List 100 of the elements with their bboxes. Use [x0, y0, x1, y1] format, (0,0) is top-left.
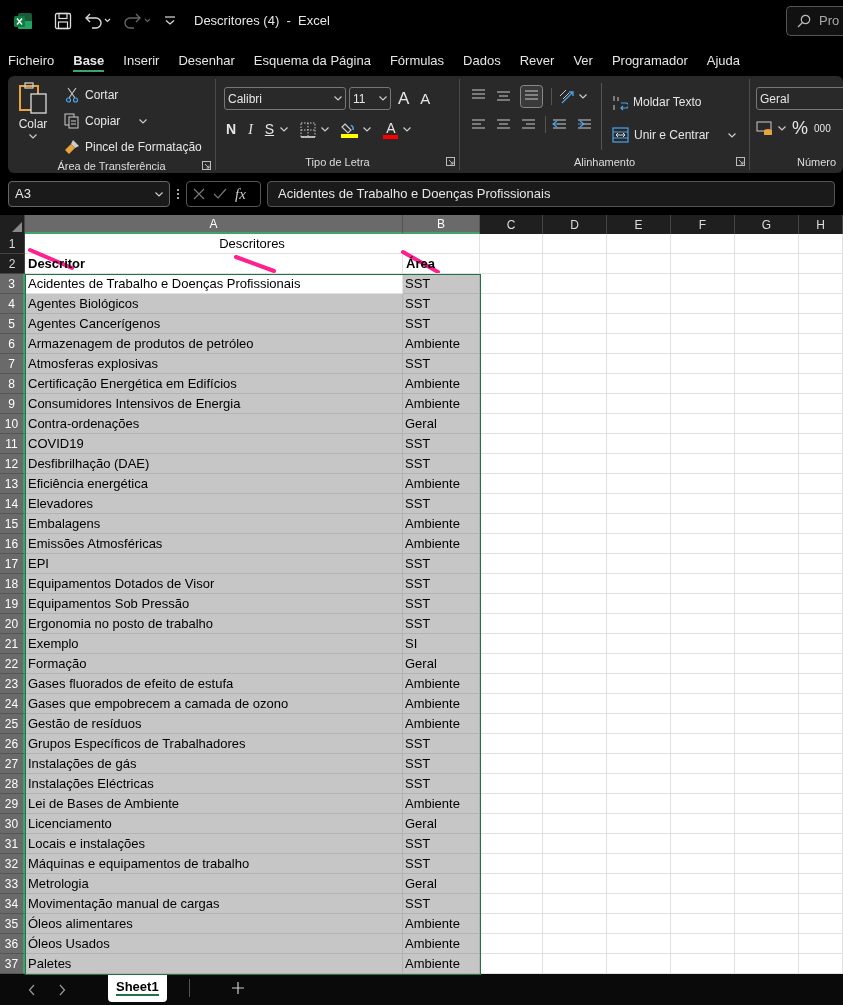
- row-header[interactable]: 30: [0, 814, 25, 834]
- row-header[interactable]: 36: [0, 934, 25, 954]
- enter-icon[interactable]: [213, 188, 227, 200]
- caret-icon[interactable]: [334, 96, 342, 101]
- row-header[interactable]: 16: [0, 534, 25, 554]
- customize-menu-icon[interactable]: [164, 16, 176, 26]
- select-all-icon[interactable]: [12, 222, 22, 232]
- copy-button[interactable]: Copiar: [64, 110, 202, 132]
- row-header[interactable]: 18: [0, 574, 25, 594]
- row-header[interactable]: 7: [0, 354, 25, 374]
- sheet-tab[interactable]: Sheet1: [108, 974, 167, 1002]
- row-header[interactable]: 21: [0, 634, 25, 654]
- caret-icon[interactable]: [403, 127, 412, 132]
- menu-tab[interactable]: Ver: [573, 52, 593, 72]
- menu-tab[interactable]: Base: [73, 52, 105, 72]
- underline-button[interactable]: S: [264, 119, 275, 140]
- orientation-icon[interactable]: [557, 88, 575, 105]
- menu-tab[interactable]: Programador: [611, 52, 688, 72]
- fill-color-icon[interactable]: [341, 121, 359, 138]
- caret-icon[interactable]: [321, 127, 330, 132]
- wrap-text-button[interactable]: Moldar Texto: [612, 91, 737, 113]
- increase-font-button[interactable]: A: [394, 90, 414, 107]
- caret-icon[interactable]: [728, 132, 737, 138]
- menu-tab[interactable]: Desenhar: [178, 52, 235, 72]
- borders-icon[interactable]: [300, 121, 317, 138]
- menu-tab[interactable]: Rever: [519, 52, 555, 72]
- row-header[interactable]: 17: [0, 554, 25, 574]
- more-options-icon[interactable]: [176, 188, 180, 200]
- previous-sheet-icon[interactable]: [28, 984, 36, 996]
- menu-tab[interactable]: Fórmulas: [389, 52, 445, 72]
- row-header[interactable]: 20: [0, 614, 25, 634]
- row-header[interactable]: 29: [0, 794, 25, 814]
- caret-icon[interactable]: [363, 127, 372, 132]
- row-header[interactable]: 1: [0, 234, 25, 254]
- insert-function-button[interactable]: fx: [235, 182, 246, 206]
- row-header[interactable]: 33: [0, 874, 25, 894]
- caret-icon[interactable]: [155, 191, 163, 197]
- menu-tab[interactable]: Ficheiro: [8, 52, 55, 72]
- italic-button[interactable]: I: [248, 119, 253, 140]
- dialog-launcher-icon[interactable]: [202, 161, 211, 170]
- row-header[interactable]: 15: [0, 514, 25, 534]
- align-bottom-icon[interactable]: [520, 85, 543, 108]
- row-header[interactable]: 8: [0, 374, 25, 394]
- paste-button[interactable]: Colar: [8, 79, 58, 158]
- formula-field[interactable]: Acidentes de Trabalho e Doenças Profissionais: [267, 181, 835, 207]
- row-header[interactable]: 14: [0, 494, 25, 514]
- menu-tab[interactable]: Inserir: [123, 52, 160, 72]
- dialog-launcher-icon[interactable]: [736, 157, 745, 166]
- thousands-button[interactable]: 000: [814, 120, 831, 136]
- number-format-dropdown[interactable]: Geral: [756, 87, 843, 110]
- merge-center-button[interactable]: Unir e Centrar: [612, 124, 737, 146]
- caret-icon[interactable]: [280, 127, 289, 132]
- row-header[interactable]: 10: [0, 414, 25, 434]
- row-header[interactable]: 3: [0, 274, 25, 294]
- cancel-icon[interactable]: [193, 188, 205, 200]
- caret-icon[interactable]: [778, 125, 786, 131]
- row-header[interactable]: 9: [0, 394, 25, 414]
- row-header[interactable]: 22: [0, 654, 25, 674]
- column-header[interactable]: A: [25, 215, 403, 234]
- font-size-dropdown[interactable]: 11: [349, 87, 391, 110]
- format-painter-button[interactable]: Pincel de Formatação: [64, 136, 202, 158]
- row-header[interactable]: 2: [0, 254, 25, 274]
- caret-icon[interactable]: [139, 118, 148, 124]
- row-header[interactable]: 25: [0, 714, 25, 734]
- row-header[interactable]: 23: [0, 674, 25, 694]
- row-header[interactable]: 5: [0, 314, 25, 334]
- row-header[interactable]: 6: [0, 334, 25, 354]
- caret-icon[interactable]: [379, 96, 387, 101]
- menu-tab[interactable]: Ajuda: [706, 52, 740, 72]
- row-header[interactable]: 12: [0, 454, 25, 474]
- row-header[interactable]: 27: [0, 754, 25, 774]
- dialog-launcher-icon[interactable]: [446, 157, 455, 166]
- cut-button[interactable]: Cortar: [64, 84, 202, 106]
- search-field[interactable]: Pro: [786, 6, 843, 36]
- row-header[interactable]: 37: [0, 954, 25, 974]
- row-header[interactable]: 31: [0, 834, 25, 854]
- caret-icon[interactable]: [29, 134, 37, 139]
- menu-tab[interactable]: Esquema da Página: [253, 52, 371, 72]
- percent-button[interactable]: %: [792, 119, 808, 137]
- font-color-button[interactable]: A: [383, 120, 399, 139]
- currency-icon[interactable]: [756, 120, 774, 136]
- column-header[interactable]: B: [403, 215, 480, 234]
- row-header[interactable]: 32: [0, 854, 25, 874]
- save-icon[interactable]: [54, 12, 72, 30]
- row-header[interactable]: 13: [0, 474, 25, 494]
- row-header[interactable]: 26: [0, 734, 25, 754]
- row-header[interactable]: 34: [0, 894, 25, 914]
- row-header[interactable]: 24: [0, 694, 25, 714]
- caret-icon[interactable]: [579, 94, 587, 99]
- next-sheet-icon[interactable]: [58, 984, 66, 996]
- menu-tab[interactable]: Dados: [463, 52, 501, 72]
- row-header[interactable]: 28: [0, 774, 25, 794]
- row-header[interactable]: 19: [0, 594, 25, 614]
- name-box[interactable]: A3: [8, 181, 170, 207]
- row-header[interactable]: 11: [0, 434, 25, 454]
- add-sheet-icon[interactable]: [231, 982, 244, 994]
- decrease-font-button[interactable]: A: [416, 91, 435, 106]
- bold-button[interactable]: N: [226, 119, 237, 140]
- undo-icon[interactable]: [84, 12, 112, 30]
- font-name-dropdown[interactable]: Calibri: [224, 87, 346, 110]
